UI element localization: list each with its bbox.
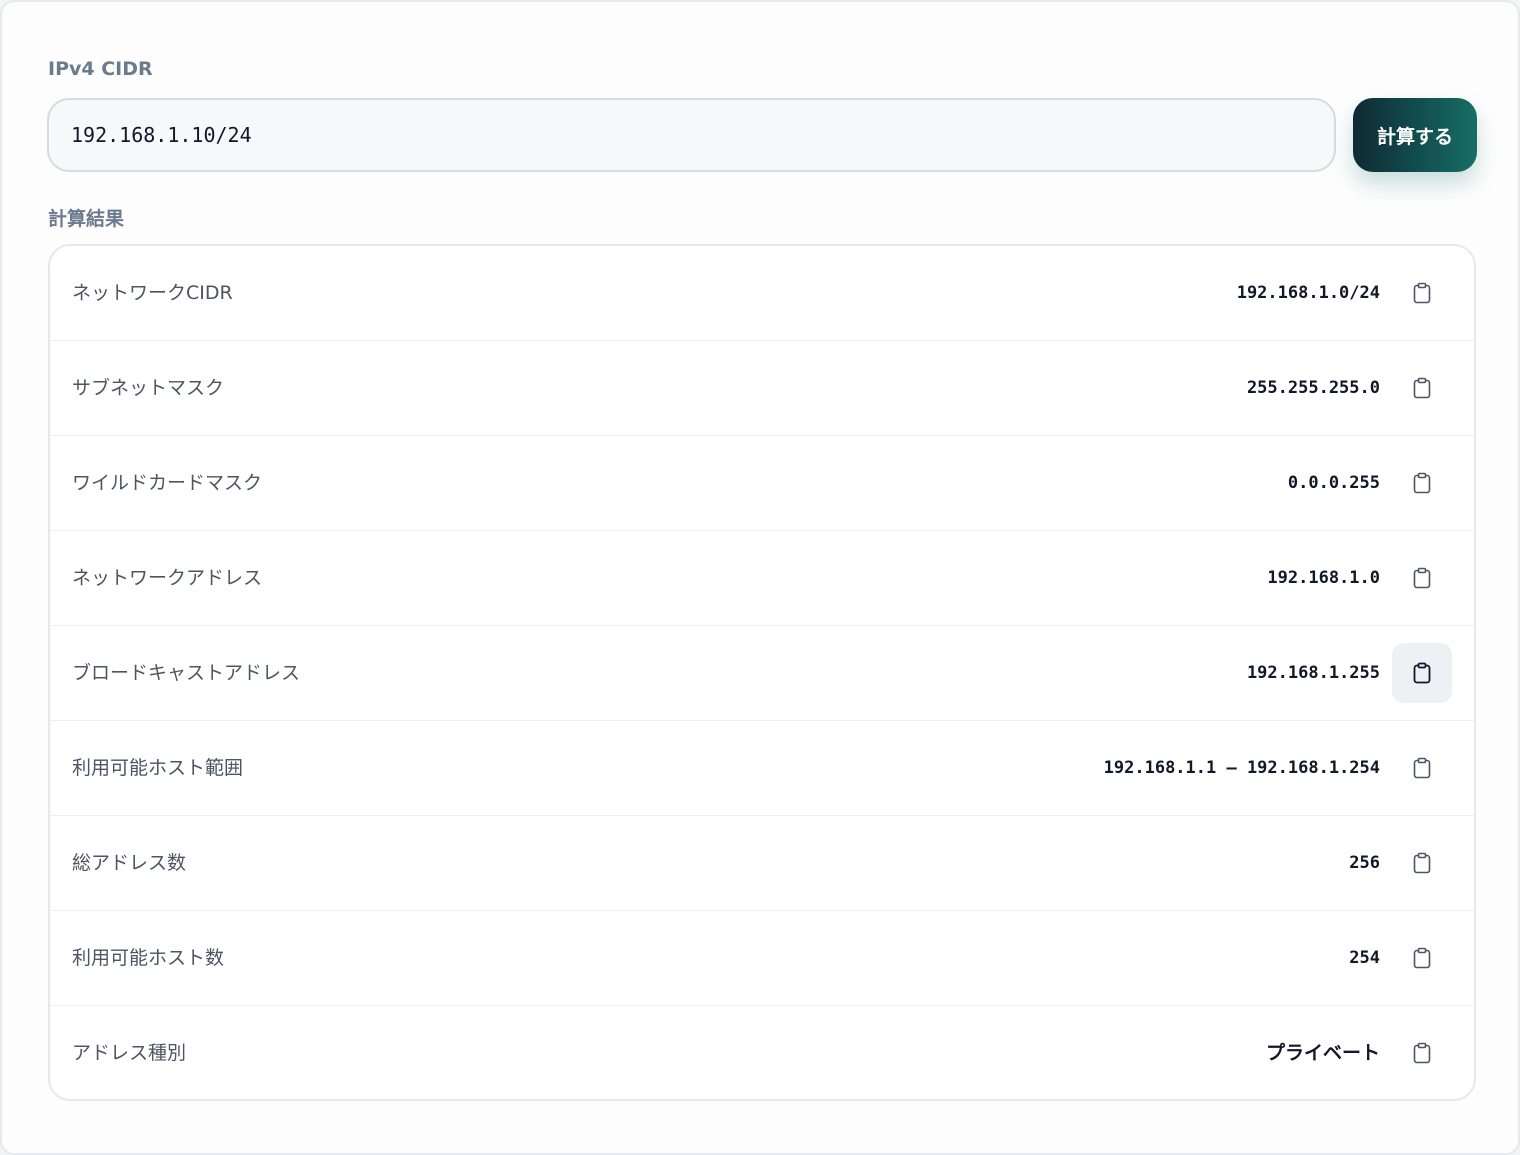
calculate-button[interactable]: 計算する [1353,98,1477,172]
row-value: 192.168.1.1 – 192.168.1.254 [1103,758,1380,778]
copy-button[interactable] [1392,1023,1452,1083]
row-value: 192.168.1.0/24 [1236,283,1380,303]
result-row-usable-hosts: 利用可能ホスト数 254 [50,911,1474,1006]
row-value: プライベート [1265,1042,1380,1064]
result-row-host-range: 利用可能ホスト範囲 192.168.1.1 – 192.168.1.254 [50,721,1474,816]
row-label: サブネットマスク [72,377,225,399]
cidr-input-label: IPv4 CIDR [48,58,153,80]
clipboard-icon [1413,377,1431,399]
cidr-input[interactable] [47,98,1336,172]
copy-button[interactable] [1392,263,1452,323]
result-row-network-cidr: ネットワークCIDR 192.168.1.0/24 [50,246,1474,341]
row-label: ブロードキャストアドレス [72,662,301,684]
copy-button[interactable] [1392,548,1452,608]
result-row-subnet-mask: サブネットマスク 255.255.255.0 [50,341,1474,436]
copy-button[interactable] [1392,453,1452,513]
copy-button[interactable] [1392,358,1452,418]
row-label: 利用可能ホスト範囲 [72,757,244,779]
clipboard-icon [1413,757,1431,779]
clipboard-icon [1413,662,1431,684]
clipboard-icon [1413,282,1431,304]
row-value: 0.0.0.255 [1287,473,1380,493]
row-value: 256 [1349,853,1380,873]
row-label: 利用可能ホスト数 [72,947,225,969]
result-row-address-type: アドレス種別 プライベート [50,1006,1474,1099]
row-label: ネットワークアドレス [72,567,263,589]
copy-button[interactable] [1392,643,1452,703]
clipboard-icon [1413,1042,1431,1064]
copy-button[interactable] [1392,833,1452,893]
results-title: 計算結果 [48,208,125,230]
result-row-total-addresses: 総アドレス数 256 [50,816,1474,911]
clipboard-icon [1413,567,1431,589]
copy-button[interactable] [1392,928,1452,988]
row-label: ネットワークCIDR [72,282,233,304]
row-value: 254 [1349,948,1380,968]
results-table: ネットワークCIDR 192.168.1.0/24 サブネットマスク 255.2… [48,244,1476,1101]
row-label: 総アドレス数 [72,852,187,874]
clipboard-icon [1413,852,1431,874]
row-value: 192.168.1.255 [1246,663,1380,683]
result-row-wildcard-mask: ワイルドカードマスク 0.0.0.255 [50,436,1474,531]
row-value: 255.255.255.0 [1246,378,1380,398]
row-value: 192.168.1.0 [1267,568,1380,588]
result-row-broadcast-address: ブロードキャストアドレス 192.168.1.255 [50,626,1474,721]
clipboard-icon [1413,947,1431,969]
row-label: アドレス種別 [72,1042,187,1064]
result-row-network-address: ネットワークアドレス 192.168.1.0 [50,531,1474,626]
row-label: ワイルドカードマスク [72,472,263,494]
copy-button[interactable] [1392,738,1452,798]
calculator-card: IPv4 CIDR 計算する 計算結果 ネットワークCIDR 192.168.1… [0,0,1520,1155]
clipboard-icon [1413,472,1431,494]
